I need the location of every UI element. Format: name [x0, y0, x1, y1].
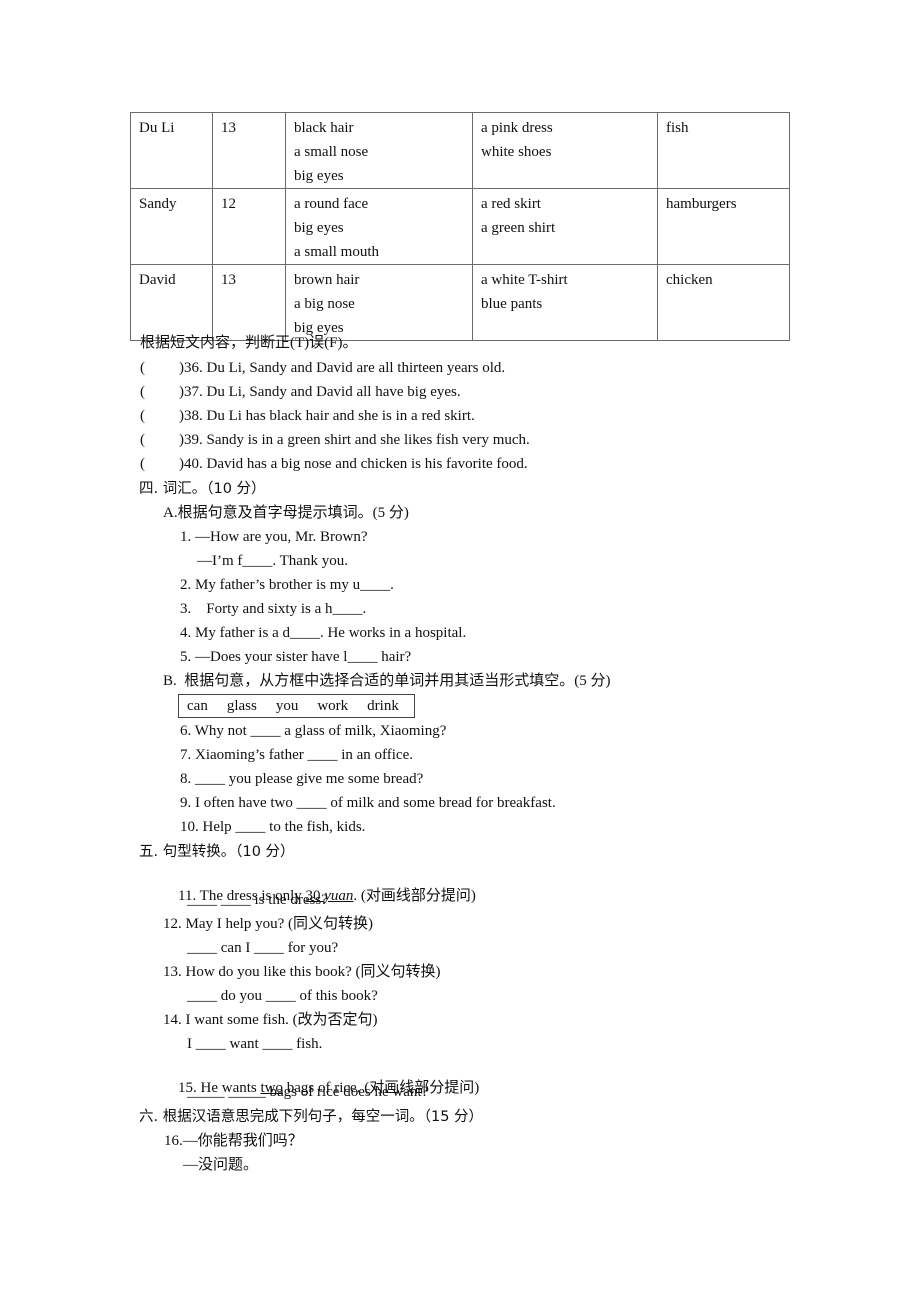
- fill-line: 8. ____ you please give me some bread?: [180, 771, 424, 787]
- question-text: )40. David has a big nose and chicken is…: [179, 456, 528, 472]
- looks-cell-line: a round face: [294, 196, 369, 212]
- clothes-cell-line: a pink dress: [481, 120, 553, 136]
- question-text: )37. Du Li, Sandy and David all have big…: [179, 384, 461, 400]
- translation-line: —没问题。: [183, 1157, 259, 1173]
- transform-answer: ____ ____ is the dress?: [187, 892, 328, 908]
- vocab-line: 1. —How are you, Mr. Brown?: [180, 529, 368, 545]
- vocab-line: 3. Forty and sixty is a h____.: [180, 601, 367, 617]
- question-text: )36. Du Li, Sandy and David are all thir…: [179, 360, 506, 376]
- food-cell-line: fish: [666, 120, 689, 136]
- looks-cell-line: black hair: [294, 120, 354, 136]
- vocab-line: 2. My father’s brother is my u____.: [180, 577, 394, 593]
- fill-line: 9. I often have two ____ of milk and som…: [180, 795, 556, 811]
- fill-line: 10. Help ____ to the fish, kids.: [180, 819, 366, 835]
- name-cell: Sandy: [130, 188, 213, 265]
- transform-question: 13. How do you like this book? (同义句转换): [163, 964, 441, 980]
- looks-cell-line: a small nose: [294, 144, 369, 160]
- fill-line: 6. Why not ____ a glass of milk, Xiaomin…: [180, 723, 447, 739]
- tf-question: ( )37. Du Li, Sandy and David all have bi…: [140, 382, 461, 402]
- tf-question: ( )39. Sandy is in a green shirt and she …: [140, 430, 530, 450]
- transform-answer: ____ can I ____ for you?: [187, 940, 339, 956]
- tf-question: ( )36. Du Li, Sandy and David are all thi…: [140, 358, 505, 378]
- age-cell: 13: [212, 112, 286, 189]
- table-row: Du Li 13 black hair a small nose big eyes a p…: [130, 112, 790, 189]
- clothes-cell-line: a green shirt: [481, 220, 556, 236]
- looks-cell: a round face big eyes a small mouth: [285, 188, 473, 265]
- food-cell: fish: [657, 112, 790, 189]
- age-cell-line: 13: [221, 120, 236, 136]
- answer-paren: (: [140, 456, 145, 472]
- word-option: drink: [367, 698, 399, 714]
- clothes-cell-line: white shoes: [481, 144, 552, 160]
- age-cell: 12: [212, 188, 286, 265]
- vocab-line: 5. —Does your sister have l____ hair?: [180, 649, 412, 665]
- looks-cell-line: brown hair: [294, 272, 360, 288]
- section4-heading: 四. 词汇。（10 分）: [139, 481, 266, 497]
- question-text: )39. Sandy is in a green shirt and she l…: [179, 432, 530, 448]
- translation-line: 16.—你能帮我们吗？: [164, 1133, 303, 1149]
- underlined-unit: yuan: [324, 888, 354, 904]
- question-suffix: . (对画线部分提问): [353, 888, 476, 904]
- clothes-cell-line: a red skirt: [481, 196, 541, 212]
- table-row: Sandy 12 a round face big eyes a small mouth…: [130, 188, 790, 265]
- age-cell-line: 13: [221, 272, 236, 288]
- transform-question: 14. I want some fish. (改为否定句): [163, 1012, 378, 1028]
- food-cell-line: hamburgers: [666, 196, 737, 212]
- word-option: you: [275, 698, 299, 714]
- part-a-instruction: A.根据句意及首字母提示填词。(5 分): [163, 505, 409, 521]
- name-cell-line: David: [139, 272, 176, 288]
- name-cell: David: [130, 264, 213, 341]
- student-info-table: Du Li 13 black hair a small nose big eyes a p…: [130, 112, 790, 341]
- name-cell-line: Sandy: [139, 196, 177, 212]
- fill-line: 7. Xiaoming’s father ____ in an office.: [180, 747, 413, 763]
- vocab-line: —I’m f____. Thank you.: [197, 553, 348, 569]
- looks-cell-line: big eyes: [294, 168, 344, 184]
- transform-answer: _____ _____ bags of rice does he want?: [187, 1084, 429, 1100]
- answer-paren: (: [140, 384, 145, 400]
- word-option: work: [317, 698, 349, 714]
- clothes-cell: a pink dress white shoes: [472, 112, 658, 189]
- food-cell: chicken: [657, 264, 790, 341]
- tf-instruction: 根据短文内容，判断正(T)误(F)。: [140, 335, 358, 351]
- looks-cell: brown hair a big nose big eyes: [285, 264, 473, 341]
- looks-cell-line: big eyes: [294, 220, 344, 236]
- age-cell-line: 12: [221, 196, 236, 212]
- table-row: David 13 brown hair a big nose big eyes a whi…: [130, 264, 790, 341]
- question-text: )38. Du Li has black hair and she is in …: [179, 408, 475, 424]
- part-b-instruction: B. 根据句意，从方框中选择合适的单词并用其适当形式填空。(5 分): [163, 673, 611, 689]
- age-cell: 13: [212, 264, 286, 341]
- looks-cell-line: a small mouth: [294, 244, 379, 260]
- tf-question: ( )38. Du Li has black hair and she is in…: [140, 406, 475, 426]
- answer-paren: (: [140, 432, 145, 448]
- answer-paren: (: [140, 408, 145, 424]
- name-cell: Du Li: [130, 112, 213, 189]
- clothes-cell-line: a white T-shirt: [481, 272, 568, 288]
- clothes-cell: a red skirt a green shirt: [472, 188, 658, 265]
- food-cell-line: chicken: [666, 272, 713, 288]
- tf-question: ( )40. David has a big nose and chicken i…: [140, 454, 528, 474]
- word-option: glass: [226, 698, 257, 714]
- word-choice-box: can glass you work drink: [178, 694, 415, 718]
- transform-answer: I ____ want ____ fish.: [187, 1036, 323, 1052]
- exam-page: Du Li 13 black hair a small nose big eyes a p…: [0, 0, 920, 1302]
- transform-question: 12. May I help you? (同义句转换): [163, 916, 373, 932]
- food-cell: hamburgers: [657, 188, 790, 265]
- looks-cell-line: a big nose: [294, 296, 355, 312]
- section6-heading: 六. 根据汉语意思完成下列句子，每空一词。（15 分）: [139, 1109, 484, 1125]
- name-cell-line: Du Li: [139, 120, 175, 136]
- section5-heading: 五. 句型转换。（10 分）: [139, 844, 295, 860]
- looks-cell: black hair a small nose big eyes: [285, 112, 473, 189]
- clothes-cell-line: blue pants: [481, 296, 543, 312]
- transform-answer: ____ do you ____ of this book?: [187, 988, 378, 1004]
- answer-paren: (: [140, 360, 145, 376]
- vocab-line: 4. My father is a d____. He works in a h…: [180, 625, 467, 641]
- word-option: can: [187, 698, 208, 714]
- clothes-cell: a white T-shirt blue pants: [472, 264, 658, 341]
